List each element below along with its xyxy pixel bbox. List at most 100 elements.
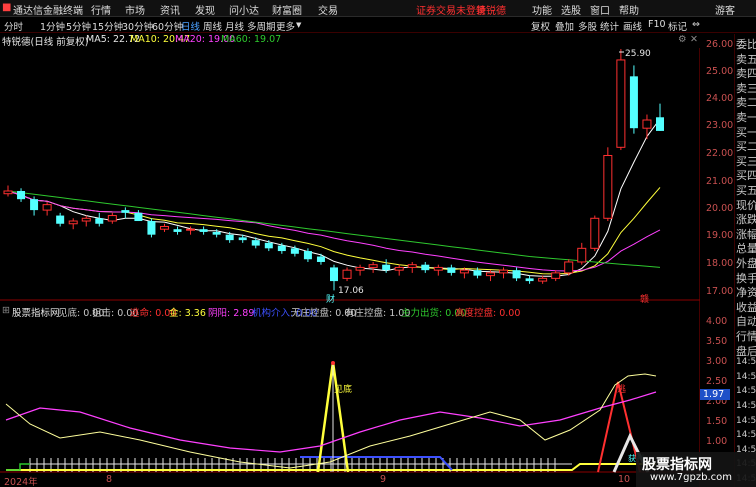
period-30min[interactable]: 30分钟: [122, 19, 153, 33]
candle-body: [642, 119, 652, 129]
menu-zixun[interactable]: 资讯: [160, 2, 180, 17]
menu-shichang[interactable]: 市场: [125, 2, 145, 17]
candle-body: [3, 190, 13, 195]
candle-body: [590, 217, 600, 249]
date-tick: 10: [618, 474, 631, 485]
period-1min[interactable]: 1分钟: [40, 19, 65, 33]
candle-body: [407, 264, 417, 268]
period-multi[interactable]: 多周期: [247, 19, 276, 33]
period-monthly[interactable]: 月线: [225, 19, 244, 33]
period-more[interactable]: 更多: [276, 19, 295, 33]
candle-body: [342, 269, 352, 279]
sidebar-label: 卖五: [736, 52, 756, 66]
menu-caifuquan[interactable]: 财富圈: [272, 2, 302, 17]
sidebar-label: 14:50: [736, 401, 756, 411]
settings-icon[interactable]: ⚙: [678, 34, 687, 45]
candle-body: [264, 242, 273, 249]
period-fenshi[interactable]: 分时: [4, 19, 23, 33]
candle-body: [251, 240, 260, 246]
sidebar-label: 买三: [736, 154, 756, 168]
sidebar-label: 外盘: [736, 257, 756, 270]
period-daily[interactable]: 日线: [181, 19, 200, 33]
period-5min[interactable]: 5分钟: [66, 19, 91, 33]
menu-wenxiaoda[interactable]: 问小达: [229, 2, 259, 17]
tool-diejia[interactable]: 叠加: [555, 19, 574, 33]
yinyang-curve: [5, 391, 657, 453]
period-toolbar: 分时 1分钟 5分钟 15分钟 30分钟 60分钟 日线 周线 月线 多周期 更…: [0, 18, 756, 33]
ind-kongpan: 高度控盘: 0.00: [455, 308, 521, 319]
sidebar-label: 收益: [736, 300, 756, 314]
sidebar-label: 卖二: [736, 96, 756, 110]
price-tick: 26.00: [706, 39, 734, 50]
sidebar-label: 总量: [736, 242, 756, 256]
price-tick: 24.00: [706, 93, 734, 104]
tool-f10[interactable]: F10: [648, 19, 666, 30]
candle-body: [330, 267, 338, 282]
toolbar-arrows-icon[interactable]: ⇔: [692, 19, 700, 30]
sidebar-label: 现价: [736, 198, 756, 212]
period-60min[interactable]: 60分钟: [152, 19, 183, 33]
candle-body: [447, 267, 456, 273]
cai-marker: 财: [326, 293, 335, 305]
candle-body: [577, 247, 587, 263]
candle-body: [564, 261, 574, 274]
price-tick: 18.00: [706, 258, 734, 269]
candle-body: [212, 231, 221, 235]
sidebar-label: 14:50: [736, 357, 756, 368]
tool-biaoji[interactable]: 标记: [668, 19, 687, 33]
jiandi-label: 见底: [334, 383, 352, 395]
menu-faxian[interactable]: 发现: [195, 2, 215, 17]
stock-tab[interactable]: 特锐德: [476, 2, 506, 17]
menu-hangqing[interactable]: 行情: [91, 2, 111, 17]
period-15min[interactable]: 15分钟: [92, 19, 123, 33]
sidebar-label: 卖三: [736, 81, 756, 95]
ind-yinyang: 阴阳: 2.89: [208, 308, 255, 319]
price-tick: 21.00: [706, 176, 734, 187]
candle-body: [30, 199, 39, 211]
tool-fuquan[interactable]: 复权: [531, 19, 550, 33]
menu-chuangkou[interactable]: 窗口: [590, 2, 610, 17]
candle-body: [538, 277, 548, 282]
menu-gongneng[interactable]: 功能: [532, 2, 552, 17]
price-tick: 23.00: [706, 120, 734, 131]
candle-body: [512, 270, 521, 279]
date-tick: 8: [106, 474, 113, 485]
candle-body: [147, 221, 156, 235]
candle-body: [499, 269, 509, 274]
candle-body: [290, 248, 299, 254]
period-weekly[interactable]: 周线: [203, 19, 222, 33]
candle-body: [199, 229, 208, 232]
more-arrow-icon[interactable]: ▼: [296, 21, 301, 29]
sidebar-label: 行情: [736, 330, 756, 343]
guest-label[interactable]: 游客: [715, 2, 735, 17]
candle-body: [17, 190, 26, 200]
tool-huaxian[interactable]: 画线: [623, 19, 642, 33]
tool-duogu[interactable]: 多股: [578, 19, 597, 33]
candle-body: [421, 264, 430, 271]
indicator-marker: 1.97: [700, 389, 730, 400]
indicator-name[interactable]: 股票指标网: [12, 305, 60, 319]
menu-xuangu[interactable]: 选股: [561, 2, 581, 17]
sidebar-label: 卖一: [736, 111, 756, 124]
price-tick: 20.00: [706, 203, 734, 214]
candle-body: [629, 76, 638, 129]
candle-body: [186, 228, 196, 231]
price-tick: 19.00: [706, 230, 734, 241]
candle-body: [238, 237, 247, 241]
menu-bangzhu[interactable]: 帮助: [619, 2, 639, 17]
tool-tongji[interactable]: 统计: [600, 19, 619, 33]
price-tick: 22.00: [706, 148, 734, 159]
menu-jiaoyi[interactable]: 交易: [318, 2, 338, 17]
candle-body: [316, 256, 325, 262]
sidebar-label: 14:50: [736, 386, 756, 397]
candle-body: [355, 266, 365, 271]
date-tick: 9: [380, 474, 387, 485]
ind-tick: 1.00: [706, 436, 728, 447]
fu-marker: 赣: [640, 293, 649, 305]
sidebar-label: 14:50: [736, 371, 756, 382]
price-tick: 17.00: [706, 286, 734, 297]
candle-body: [551, 272, 561, 279]
candle-body: [525, 278, 534, 282]
ma60-line: [7, 190, 661, 268]
close-icon[interactable]: ✕: [690, 34, 698, 45]
